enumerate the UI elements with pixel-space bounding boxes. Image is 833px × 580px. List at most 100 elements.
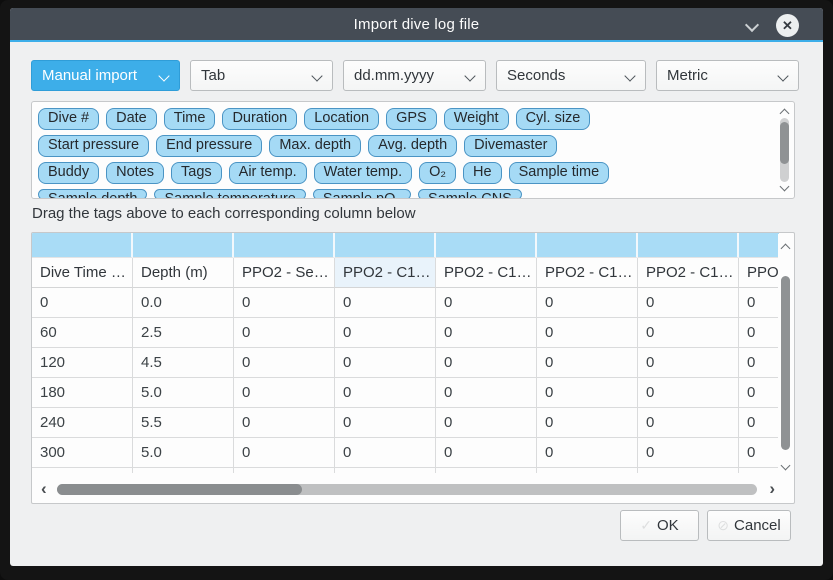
drop-target-cell[interactable] [133, 233, 234, 258]
dropdown-metric[interactable]: Metric [656, 60, 799, 91]
dropdown-label: Tab [201, 67, 225, 84]
table-cell: 0 [739, 438, 779, 468]
scrollbar-thumb[interactable] [781, 276, 790, 450]
tag-max-depth[interactable]: Max. depth [269, 135, 361, 157]
drop-target-cell[interactable] [638, 233, 739, 258]
column-header-ppo2-c1[interactable]: PPO2 - C1… [335, 258, 436, 288]
table-row: 3005.0000000 [32, 438, 779, 468]
chevron-down-icon[interactable] [747, 20, 757, 30]
table-cell: 0 [234, 408, 335, 438]
tag-start-pressure[interactable]: Start pressure [38, 135, 149, 157]
table-cell: 180 [32, 378, 133, 408]
column-header-ppo2-c1[interactable]: PPO2 - C1… [638, 258, 739, 288]
tag-date[interactable]: Date [106, 108, 157, 130]
tag-row: Start pressure End pressure Max. depth Avg.… [38, 135, 772, 157]
column-header-ppo2[interactable]: PPO2 [739, 258, 779, 288]
table-cell: 0 [436, 288, 537, 318]
dropdown-seconds[interactable]: Seconds [496, 60, 646, 91]
titlebar[interactable]: Import dive log file ✕ [10, 8, 823, 42]
scroll-right-icon[interactable]: › [769, 479, 775, 499]
tag-he[interactable]: He [463, 162, 502, 184]
table-cell: 0 [638, 408, 739, 438]
hscroll-thumb[interactable] [57, 484, 302, 495]
chevron-down-icon [624, 70, 635, 81]
tag-dive[interactable]: Dive # [38, 108, 99, 130]
table-grid: Dive Time …Depth (m)PPO2 - Se…PPO2 - C1…… [32, 233, 779, 473]
table-cell: 300 [32, 438, 133, 468]
tag-avg-depth[interactable]: Avg. depth [368, 135, 457, 157]
column-header-ppo2-c1[interactable]: PPO2 - C1… [537, 258, 638, 288]
tag-sample-cns[interactable]: Sample CNS [418, 189, 522, 198]
table-vscrollbar[interactable] [778, 234, 793, 477]
drop-target-cell[interactable] [436, 233, 537, 258]
drop-target-cell[interactable] [234, 233, 335, 258]
table-cell [335, 468, 436, 473]
tag-divemaster[interactable]: Divemaster [464, 135, 557, 157]
table-cell: 0 [335, 378, 436, 408]
column-header-depth-m[interactable]: Depth (m) [133, 258, 234, 288]
tag-water-temp[interactable]: Water temp. [314, 162, 412, 184]
tag-tags[interactable]: Tags [171, 162, 222, 184]
tag-air-temp[interactable]: Air temp. [229, 162, 307, 184]
tag-gps[interactable]: GPS [386, 108, 437, 130]
table-cell [32, 468, 133, 473]
table-row: 00.0000000 [32, 288, 779, 318]
column-header-ppo2-se[interactable]: PPO2 - Se… [234, 258, 335, 288]
tag-time[interactable]: Time [164, 108, 216, 130]
tag-sample-temperature[interactable]: Sample temperature [154, 189, 305, 198]
cancel-icon: ⊘ [717, 517, 729, 533]
ok-button[interactable]: ✓OK [620, 510, 699, 541]
tag-location[interactable]: Location [304, 108, 379, 130]
tag-sample-time[interactable]: Sample time [509, 162, 610, 184]
table-cell: 60 [32, 318, 133, 348]
tag-sample-depth[interactable]: Sample depth [38, 189, 147, 198]
scrollbar-thumb[interactable] [780, 122, 789, 164]
drop-target-row [32, 233, 779, 258]
table-cell: 5.5 [133, 408, 234, 438]
tag-row: Buddy Notes Tags Air temp. Water temp. O₂ He Sa… [38, 162, 772, 184]
tag-row: Sample depth Sample temperature Sample pO₂… [38, 189, 772, 198]
table-cell [537, 468, 638, 473]
table-cell: 0 [335, 288, 436, 318]
dropdown-manual-import[interactable]: Manual import [31, 60, 180, 91]
tag-end-pressure[interactable]: End pressure [156, 135, 262, 157]
drop-target-cell[interactable] [739, 233, 779, 258]
table-cell: 5.0 [133, 438, 234, 468]
tag-palette: Dive # Date Time Duration Location GPS Weight C… [31, 101, 795, 199]
scroll-up-icon[interactable] [781, 107, 788, 114]
tag-palette-scrollbar[interactable] [777, 104, 792, 196]
column-header-ppo2-c1[interactable]: PPO2 - C1… [436, 258, 537, 288]
scroll-up-icon[interactable] [782, 242, 789, 249]
table-cell: 0 [436, 408, 537, 438]
scroll-down-icon[interactable] [781, 183, 788, 190]
table-cell: 0 [335, 438, 436, 468]
dialog-buttons: ✓OK ⊘ Cancel [620, 510, 791, 541]
column-header-dive-time[interactable]: Dive Time … [32, 258, 133, 288]
cancel-button[interactable]: ⊘ Cancel [707, 510, 791, 541]
scroll-left-icon[interactable]: ‹ [41, 479, 47, 499]
table-hscrollbar[interactable]: ‹ › [33, 479, 777, 501]
close-button[interactable]: ✕ [776, 14, 799, 37]
drop-target-cell[interactable] [335, 233, 436, 258]
table-cell: 0 [739, 408, 779, 438]
dropdown-tab[interactable]: Tab [190, 60, 333, 91]
tag-weight[interactable]: Weight [444, 108, 509, 130]
tag-buddy[interactable]: Buddy [38, 162, 99, 184]
drop-target-cell[interactable] [537, 233, 638, 258]
table-cell [133, 468, 234, 473]
table-cell: 0 [234, 378, 335, 408]
table-cell: 0 [638, 348, 739, 378]
tag-o[interactable]: O₂ [419, 162, 456, 184]
tag-sample-po[interactable]: Sample pO₂ [313, 189, 411, 198]
drop-target-cell[interactable] [32, 233, 133, 258]
scrollbar-track[interactable] [57, 484, 757, 495]
cancel-label: Cancel [734, 517, 781, 534]
dropdown-dd-mm-yyyy[interactable]: dd.mm.yyyy [343, 60, 486, 91]
table-cell: 0 [638, 438, 739, 468]
scroll-down-icon[interactable] [782, 462, 789, 469]
table-cell: 0 [739, 378, 779, 408]
tag-cyl-size[interactable]: Cyl. size [516, 108, 591, 130]
tag-notes[interactable]: Notes [106, 162, 164, 184]
tag-duration[interactable]: Duration [222, 108, 297, 130]
table-cell: 0 [537, 318, 638, 348]
